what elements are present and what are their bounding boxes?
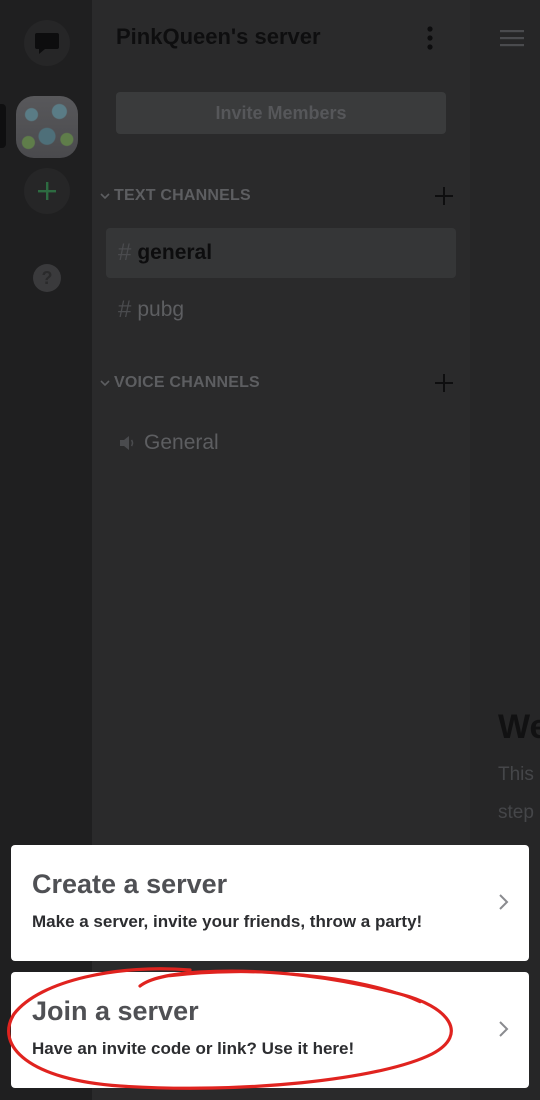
channel-pubg[interactable]: # pubg [106, 285, 456, 335]
server-title[interactable]: PinkQueen's server [116, 24, 321, 50]
channel-name: General [144, 431, 219, 454]
chevron-right-icon [499, 1021, 509, 1037]
category-voice-channels[interactable]: VOICE CHANNELS [100, 369, 456, 397]
channel-name: pubg [137, 298, 185, 321]
speaker-icon [120, 436, 134, 450]
welcome-heading: We [498, 708, 540, 746]
option-title: Join a server [32, 996, 199, 1026]
direct-messages-button[interactable] [24, 20, 70, 66]
option-title: Create a server [32, 869, 228, 899]
category-text-channels[interactable]: TEXT CHANNELS [100, 182, 456, 210]
invite-members-button[interactable]: Invite Members [116, 92, 446, 134]
voice-channel-general[interactable]: General [106, 418, 456, 468]
help-icon[interactable]: ? [33, 264, 61, 292]
chevron-down-icon [100, 189, 114, 203]
welcome-text-line: step [498, 802, 534, 823]
category-label: VOICE CHANNELS [114, 374, 260, 391]
add-text-channel-icon[interactable] [432, 184, 456, 208]
join-server-option[interactable]: Join a server Have an invite code or lin… [11, 972, 529, 1088]
chevron-right-icon [499, 894, 509, 910]
category-label: TEXT CHANNELS [114, 187, 251, 204]
option-description: Make a server, invite your friends, thro… [32, 912, 423, 931]
hash-icon: # [118, 239, 132, 266]
menu-icon[interactable] [500, 28, 526, 48]
help-glyph: ? [41, 267, 53, 288]
channel-general[interactable]: # general [106, 228, 456, 278]
channel-name: general [137, 241, 213, 264]
plus-icon [38, 182, 56, 200]
option-description: Have an invite code or link? Use it here… [32, 1039, 355, 1058]
chevron-down-icon [100, 376, 114, 390]
add-server-button[interactable] [24, 168, 70, 214]
selected-server-indicator [0, 104, 6, 148]
hash-icon: # [118, 296, 132, 323]
more-options-icon[interactable] [422, 24, 438, 52]
welcome-text-line: This [498, 764, 534, 785]
server-icon-pinkqueen[interactable] [16, 96, 78, 158]
create-server-option[interactable]: Create a server Make a server, invite yo… [11, 845, 529, 961]
add-voice-channel-icon[interactable] [432, 371, 456, 395]
chat-bubble-icon [35, 33, 59, 54]
